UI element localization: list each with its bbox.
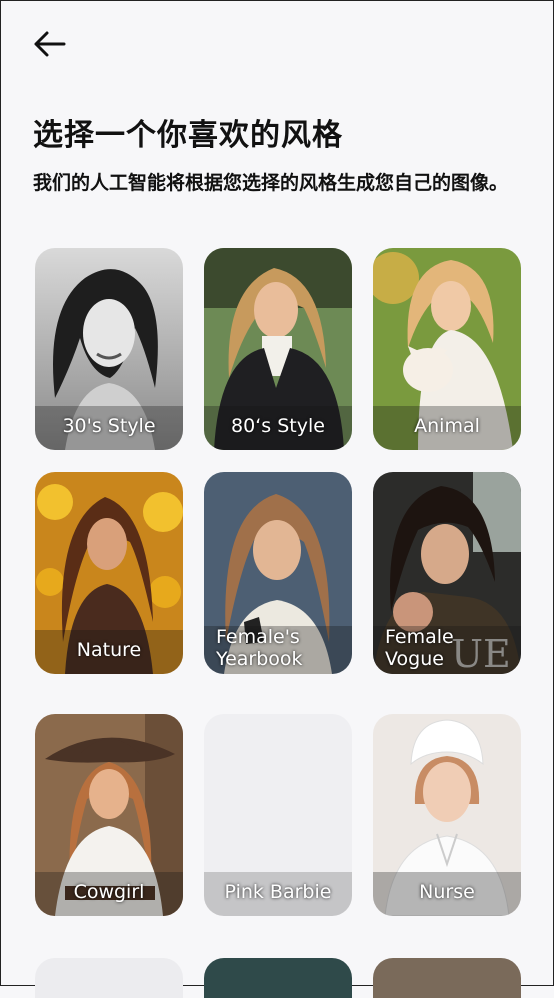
style-label: Cowgirl: [35, 872, 183, 916]
style-label: Female Vogue: [373, 626, 521, 674]
arrow-left-icon[interactable]: [32, 28, 68, 60]
style-card-nurse[interactable]: Nurse: [373, 714, 521, 916]
style-card-pink-barbie[interactable]: Pink Barbie: [204, 714, 352, 916]
style-card-nature[interactable]: Nature: [35, 472, 183, 674]
style-label: Nurse: [373, 872, 521, 916]
style-card-peek[interactable]: [373, 958, 521, 998]
style-label: Animal: [373, 406, 521, 450]
style-card-peek[interactable]: [35, 958, 183, 998]
style-label: 80‘s Style: [204, 406, 352, 450]
style-label: 30's Style: [35, 406, 183, 450]
page-subtitle: 我们的人工智能将根据您选择的风格生成您自己的图像。: [33, 172, 509, 194]
style-label: Female's Yearbook: [204, 626, 352, 674]
page-title: 选择一个你喜欢的风格: [33, 118, 343, 153]
style-card-80s[interactable]: 80‘s Style: [204, 248, 352, 450]
style-card-yearbook[interactable]: Female's Yearbook: [204, 472, 352, 674]
style-card-cowgirl[interactable]: Cowgirl: [35, 714, 183, 916]
style-card-30s[interactable]: 30's Style: [35, 248, 183, 450]
style-label: Nature: [35, 630, 183, 674]
style-card-animal[interactable]: Animal: [373, 248, 521, 450]
style-card-peek[interactable]: [204, 958, 352, 998]
style-card-vogue[interactable]: UE Female Vogue: [373, 472, 521, 674]
style-label: Pink Barbie: [204, 872, 352, 916]
